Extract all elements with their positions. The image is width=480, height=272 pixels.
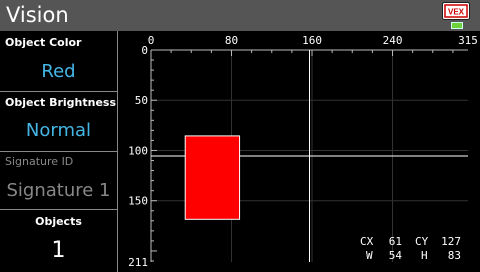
page-title: Vision [6, 3, 69, 27]
object-brightness-label: Object Brightness [5, 96, 116, 109]
object-brightness-panel[interactable]: Object Brightness Normal [0, 92, 117, 151]
x-tick-label: 315 [458, 34, 478, 47]
object-color-panel[interactable]: Object Color Red [0, 31, 117, 91]
svg-text:VEX: VEX [448, 8, 465, 17]
readout-cy-label: CY [415, 235, 429, 248]
vision-view: 0 80 160 240 315050100150211 CX 61 CY 127 W … [128, 34, 478, 269]
object-brightness-value: Normal [25, 120, 92, 141]
readout-h-label: H [421, 249, 428, 262]
object-color-label: Object Color [5, 36, 82, 49]
title-bar: Vision VEX [0, 0, 480, 31]
y-tick-label: 100 [128, 144, 148, 157]
detected-object-box [184, 135, 241, 220]
y-tick-label: 0 [141, 44, 148, 57]
object-color-value: Red [41, 61, 76, 82]
readout-cx-label: CX [360, 235, 374, 248]
objects-panel: Objects 1 [0, 210, 117, 272]
x-tick-label: 80 [225, 34, 238, 47]
x-tick-label: 240 [383, 34, 403, 47]
readout-h-value: 83 [448, 249, 461, 262]
readout-w-value: 54 [389, 249, 403, 262]
signature-id-value: Signature 1 [6, 180, 111, 201]
vex-logo: VEX [442, 2, 470, 20]
readout-cx-value: 61 [389, 235, 402, 248]
objects-label: Objects [35, 215, 82, 228]
readout-cy-value: 127 [441, 235, 461, 248]
x-tick-label: 160 [302, 34, 322, 47]
readout-w-label: W [366, 249, 373, 262]
y-tick-label: 211 [128, 256, 148, 269]
objects-count: 1 [51, 238, 66, 263]
signature-id-label: Signature ID [5, 155, 74, 168]
signature-id-panel: Signature ID Signature 1 [0, 152, 117, 209]
y-tick-label: 50 [135, 94, 148, 107]
y-tick-label: 150 [128, 195, 148, 208]
battery-icon [451, 22, 463, 29]
x-tick-label: 0 [148, 34, 155, 47]
